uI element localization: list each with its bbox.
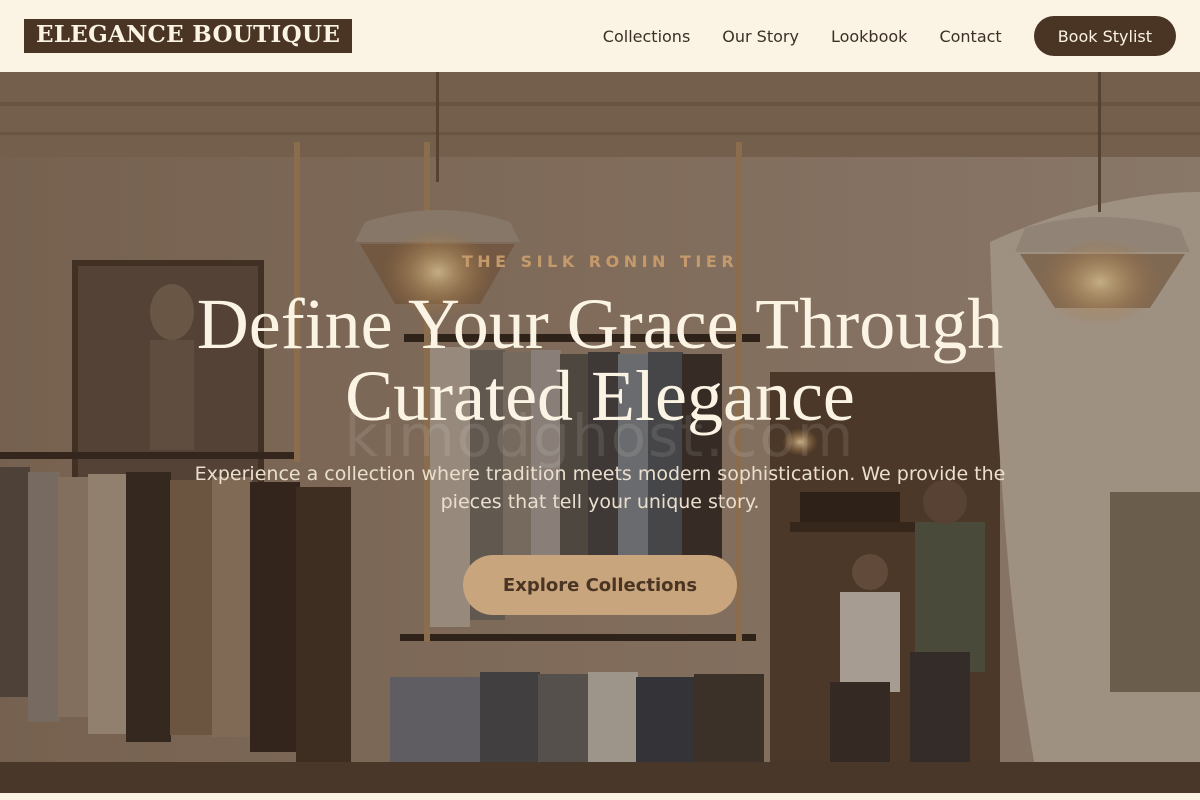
nav-link-lookbook[interactable]: Lookbook: [831, 27, 907, 46]
nav-link-collections[interactable]: Collections: [603, 27, 690, 46]
bottom-strip: [0, 793, 1200, 800]
hero-eyebrow: THE SILK RONIN TIER: [461, 252, 739, 271]
hero-subtext: Experience a collection where tradition …: [194, 463, 1006, 513]
hero-headline-line2: Curated Elegance: [345, 356, 855, 436]
book-stylist-button[interactable]: Book Stylist: [1033, 16, 1176, 56]
main-nav: Collections Our Story Lookbook Contact B…: [603, 16, 1176, 56]
nav-link-contact[interactable]: Contact: [939, 27, 1001, 46]
site-header: ELEGANCE BOUTIQUE Collections Our Story …: [0, 0, 1200, 72]
hero-section: kimodghost.com THE SILK RONIN TIER Defin…: [0, 72, 1200, 793]
nav-link-our-story[interactable]: Our Story: [722, 27, 799, 46]
hero-headline: Define Your Grace Through Curated Elegan…: [150, 288, 1050, 432]
hero-content: THE SILK RONIN TIER Define Your Grace Th…: [0, 72, 1200, 793]
explore-collections-button[interactable]: Explore Collections: [463, 555, 737, 615]
hero-headline-line1: Define Your Grace Through: [196, 284, 1004, 364]
brand-logo[interactable]: ELEGANCE BOUTIQUE: [24, 19, 353, 53]
